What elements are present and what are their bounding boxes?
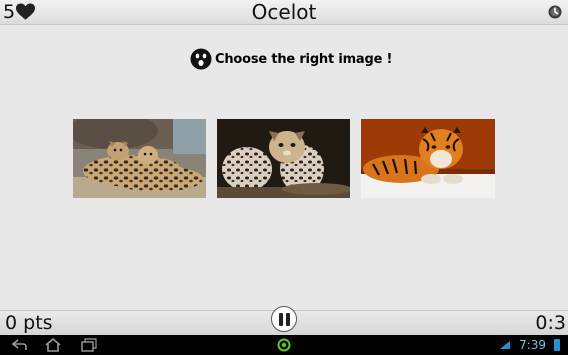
system-navigation-bar: 7:39 xyxy=(0,335,568,355)
image-choice-1[interactable] xyxy=(73,119,206,198)
points-score: 0 pts xyxy=(5,312,53,334)
system-clock: 7:39 xyxy=(519,338,546,352)
recent-apps-icon[interactable] xyxy=(80,338,98,352)
back-icon[interactable] xyxy=(10,338,28,352)
page-title: Ocelot xyxy=(251,0,317,24)
question-prompt: Choose the right image ! xyxy=(190,48,392,70)
image-choice-3[interactable] xyxy=(361,119,495,198)
top-bar: 5 Ocelot xyxy=(0,0,568,25)
signal-icon xyxy=(500,341,510,349)
surprised-face-icon xyxy=(190,48,212,70)
pause-icon xyxy=(278,312,283,326)
timer: 0:3 xyxy=(535,312,566,334)
pause-button[interactable] xyxy=(271,306,297,332)
settings-icon[interactable] xyxy=(548,5,562,19)
ocelots-pair-image xyxy=(73,119,206,198)
image-choice-2[interactable] xyxy=(217,119,350,198)
ocelot-sitting-image xyxy=(217,119,350,198)
tiger-image xyxy=(361,119,495,198)
battery-icon xyxy=(554,339,560,351)
prompt-text: Choose the right image ! xyxy=(215,51,393,67)
home-icon[interactable] xyxy=(44,338,62,352)
app-indicator-icon[interactable] xyxy=(275,338,293,352)
